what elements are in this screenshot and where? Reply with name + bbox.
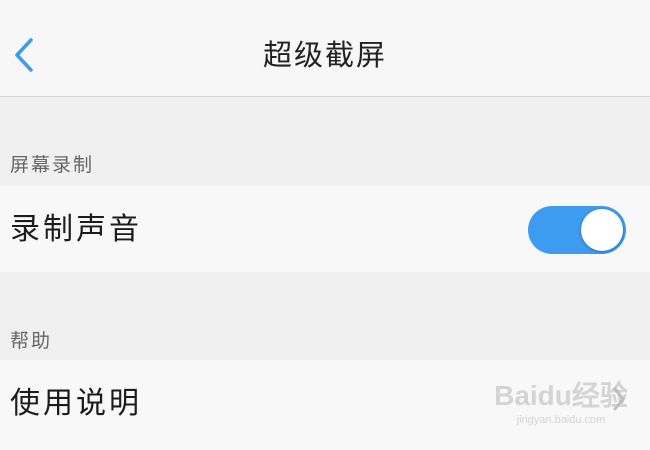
section-header-help: 帮助 — [10, 330, 53, 352]
toggle-knob — [581, 209, 623, 251]
nav-header: 超级截屏 — [0, 0, 650, 97]
instructions-label: 使用说明 — [10, 386, 142, 421]
baidu-watermark: Baidu经验 jingyan.baidu.com — [486, 380, 636, 436]
settings-row-record-audio: 录制声音 — [0, 186, 650, 272]
watermark-url: jingyan.baidu.com — [516, 414, 606, 426]
record-audio-toggle[interactable] — [528, 206, 626, 254]
section-header-screen-recording: 屏幕录制 — [10, 154, 95, 176]
record-audio-label: 录制声音 — [10, 212, 142, 247]
page-title: 超级截屏 — [262, 38, 387, 72]
watermark-logo: Baidu经验 — [494, 380, 628, 411]
